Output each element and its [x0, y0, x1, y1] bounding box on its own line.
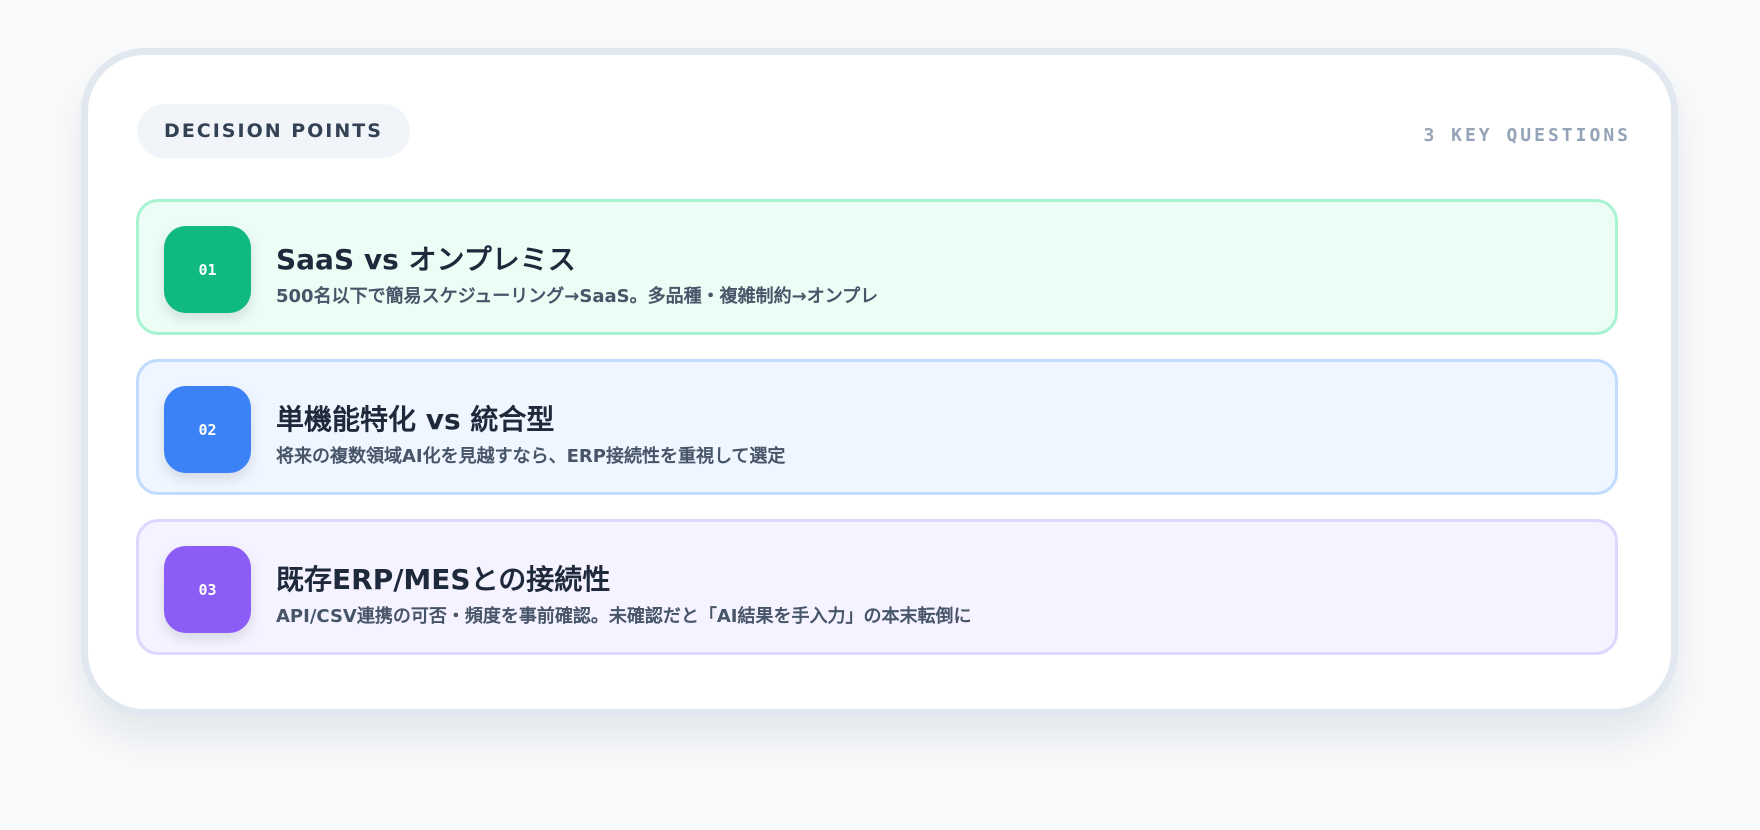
number-badge: 01	[164, 226, 251, 313]
question-count: 3 KEY QUESTIONS	[1423, 125, 1631, 146]
item-description: API/CSV連携の可否・頻度を事前確認。未確認だと「AI結果を手入力」の本末転…	[276, 606, 972, 627]
decision-item-2: 02 単機能特化 vs 統合型 将来の複数領域AI化を見越すなら、ERP接続性を…	[136, 359, 1618, 495]
item-description: 500名以下で簡易スケジューリング→SaaS。多品種・複雑制約→オンプレ	[276, 286, 879, 307]
decision-item-3: 03 既存ERP/MESとの接続性 API/CSV連携の可否・頻度を事前確認。未…	[136, 519, 1618, 655]
number-badge: 02	[164, 386, 251, 473]
decision-item-1: 01 SaaS vs オンプレミス 500名以下で簡易スケジューリング→SaaS…	[136, 199, 1618, 335]
decision-points-card: DECISION POINTS 3 KEY QUESTIONS 01 SaaS …	[81, 48, 1678, 716]
item-title: 単機能特化 vs 統合型	[276, 403, 555, 436]
item-description: 将来の複数領域AI化を見越すなら、ERP接続性を重視して選定	[276, 446, 786, 467]
item-title: SaaS vs オンプレミス	[276, 243, 576, 276]
number-badge: 03	[164, 546, 251, 633]
section-label: DECISION POINTS	[137, 104, 410, 158]
item-title: 既存ERP/MESとの接続性	[276, 563, 611, 596]
